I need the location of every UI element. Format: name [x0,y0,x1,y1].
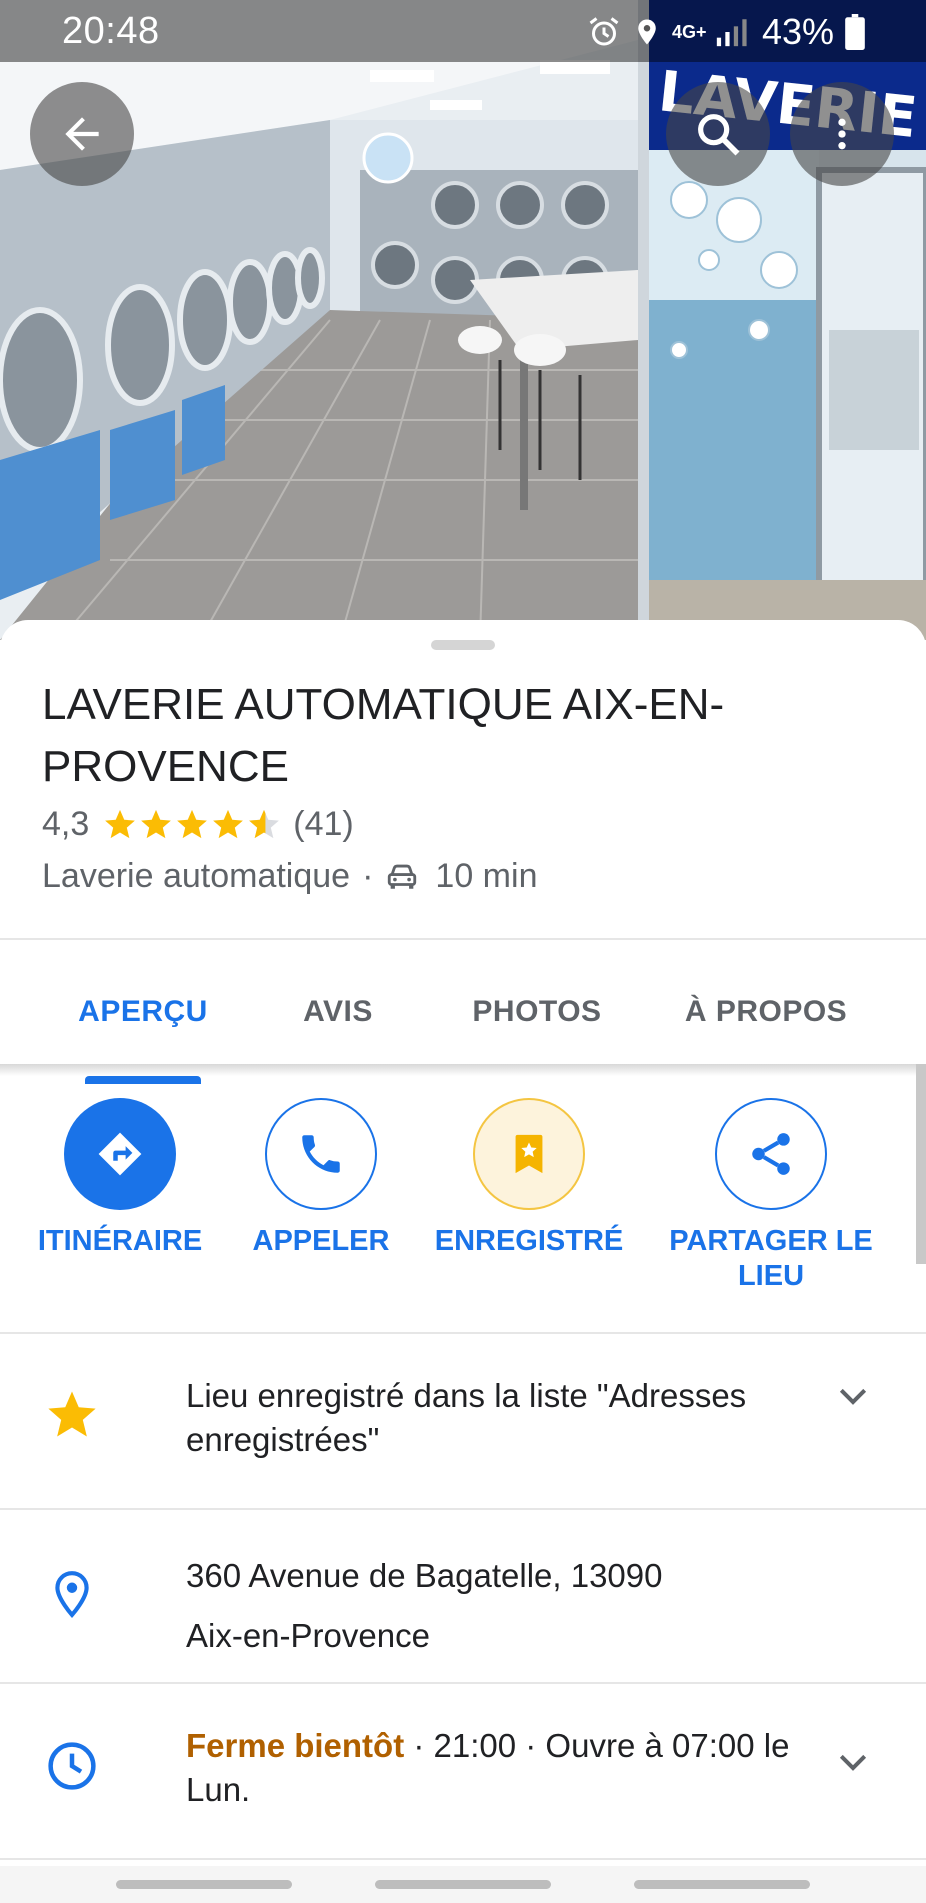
review-count: (41) [293,804,354,843]
back-button[interactable] [30,82,134,186]
clock-icon [44,1738,100,1794]
directions-icon [98,1132,142,1176]
location-pin-icon [44,1566,100,1622]
search-button[interactable] [666,82,770,186]
share-icon [752,1133,790,1175]
address-line-1: 360 Avenue de Bagatelle, 13090 [186,1557,663,1594]
nav-recents-button[interactable] [116,1880,292,1889]
car-icon [388,864,417,889]
star-half-icon [249,809,280,839]
star-full-icon [105,809,136,839]
address-text: 360 Avenue de Bagatelle, 13090 Aix-en-Pr… [186,1546,826,1666]
tab-apercu[interactable]: APERÇU [40,940,246,1084]
status-bar: 20:48 4G+ 43% [0,0,926,62]
travel-time: 10 min [435,856,538,895]
directions-button[interactable]: ITINÉRAIRE [15,1098,225,1259]
search-icon [698,114,740,156]
tab-bar: APERÇU AVIS PHOTOS À PROPOS [0,940,926,1084]
status-icons: 4G+ 43% [586,11,866,52]
address-row[interactable]: 360 Avenue de Bagatelle, 13090 Aix-en-Pr… [0,1510,926,1682]
phone-icon [302,1135,340,1173]
call-button[interactable]: APPELER [216,1098,426,1259]
tab-a-propos[interactable]: À PROPOS [644,940,888,1084]
place-details-sheet: LAVERIE AUTOMATIQUE AIX-EN-PROVENCE 4,3 … [0,620,926,1903]
saved-circle [473,1098,585,1210]
chevron-down-icon[interactable] [830,1374,876,1420]
star-icon [44,1386,100,1442]
tab-bar-shadow [0,1064,926,1076]
more-options-button[interactable] [790,82,894,186]
tab-photos[interactable]: PHOTOS [430,940,644,1084]
divider [0,1858,926,1860]
star-full-icon [141,809,172,839]
separator: · [362,856,374,895]
tab-avis[interactable]: AVIS [246,940,430,1084]
signal-icon [716,19,747,47]
saved-button[interactable]: ENREGISTRÉ [424,1098,634,1259]
photo-carousel[interactable]: LAVERIE AU [0,0,926,640]
directions-circle [64,1098,176,1210]
call-circle [265,1098,377,1210]
arrow-left-icon [65,117,99,151]
directions-label: ITINÉRAIRE [37,1225,203,1257]
place-title: LAVERIE AUTOMATIQUE AIX-EN-PROVENCE [42,680,725,791]
hours-text: Ferme bientôt · 21:00 · Ouvre à 07:00 le… [186,1724,826,1812]
rating-stars [103,807,281,841]
closing-status: Ferme bientôt [186,1727,405,1764]
star-full-icon [177,809,208,839]
status-time: 20:48 [62,10,160,52]
chevron-down-icon[interactable] [830,1740,876,1786]
scrollbar[interactable] [916,1064,926,1264]
category-row: Laverie automatique · 10 min [42,852,537,900]
star-full-icon [213,809,244,839]
call-label: APPELER [252,1225,390,1257]
share-circle [715,1098,827,1210]
saved-label: ENREGISTRÉ [434,1225,624,1257]
share-label: PARTAGER LE LIEU [669,1225,873,1292]
location-icon [638,19,656,45]
alarm-icon [589,17,619,46]
drag-handle[interactable] [431,640,495,650]
more-vert-icon [838,118,846,150]
rating-row[interactable]: 4,3 (41) [42,800,354,848]
address-line-2: Aix-en-Provence [186,1617,430,1654]
network-type: 4G+ [671,22,707,42]
battery-icon [845,14,865,50]
battery-percent: 43% [761,11,834,52]
bookmark-star-icon [515,1134,543,1174]
nav-home-button[interactable] [375,1880,551,1889]
nav-back-button[interactable] [634,1880,810,1889]
share-button[interactable]: PARTAGER LE LIEU [666,1098,876,1294]
place-category: Laverie automatique [42,856,351,895]
rating-value: 4,3 [42,804,90,843]
active-tab-indicator [85,1076,201,1084]
saved-list-row[interactable]: Lieu enregistré dans la liste "Adresses … [0,1334,926,1508]
saved-list-text: Lieu enregistré dans la liste "Adresses … [186,1377,747,1458]
system-navigation-bar [0,1866,926,1903]
hours-row[interactable]: Ferme bientôt · 21:00 · Ouvre à 07:00 le… [0,1684,926,1854]
